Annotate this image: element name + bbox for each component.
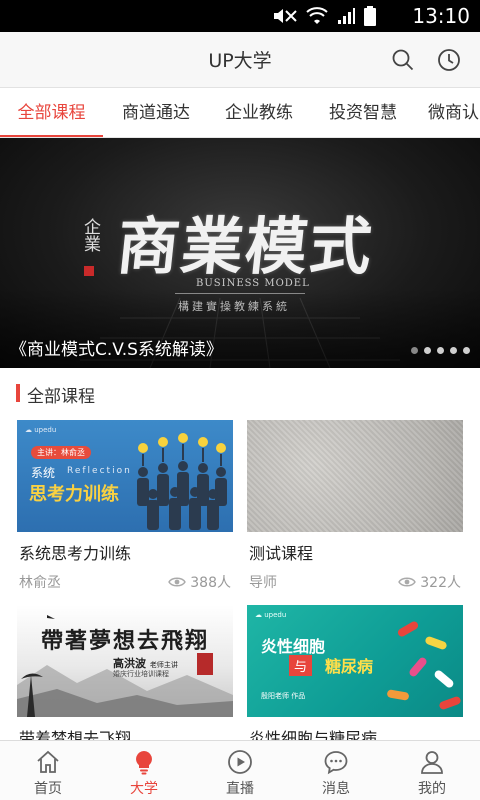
thumb-badge: 主讲：林俞丞: [31, 446, 91, 459]
section-title: 全部课程: [27, 387, 95, 407]
wifi-icon: [306, 7, 328, 24]
status-bar: 13:10: [0, 0, 480, 32]
banner-subtitle-cn: 構建實操教練系統: [178, 300, 290, 313]
home-icon: [37, 750, 59, 773]
section-accent-bar: [16, 384, 20, 402]
course-author: 导师: [249, 575, 277, 591]
thumb-logo: ☁ upedu: [25, 426, 57, 434]
nav-profile[interactable]: 我的: [384, 741, 480, 800]
thumb-headline: 糖尿病: [325, 657, 374, 676]
bottom-nav: 首页 大学 直播 消息 我的: [0, 740, 480, 800]
nav-profile-label: 我的: [418, 781, 446, 797]
thumb-doctor-name: 殷阳老师: [261, 692, 289, 700]
tab-wechat-business[interactable]: 微商认: [420, 88, 480, 137]
featured-banner[interactable]: 企業 商業模式 BUSINESS MODEL 構建實操教練系統 《商业模式C.V…: [0, 138, 480, 368]
thumb-logo: ☁ upedu: [255, 611, 287, 619]
banner-brand: 企業: [80, 218, 100, 252]
thumb-doctor-role: 作品: [291, 692, 306, 700]
nav-messages[interactable]: 消息: [288, 741, 384, 800]
thumb-headline: 炎性细胞: [261, 637, 326, 656]
view-count: 388人: [190, 575, 231, 591]
thumb-doctor: 殷阳老师 作品: [261, 691, 305, 701]
tab-all-courses[interactable]: 全部课程: [0, 88, 103, 137]
message-icon: [324, 751, 348, 775]
banner-subtitle-en: BUSINESS MODEL: [196, 278, 310, 289]
thumb-people-illustration: [137, 433, 227, 530]
course-title[interactable]: 带着梦想去飞翔: [19, 725, 131, 740]
thumb-host-role: 老师主讲: [149, 661, 178, 669]
course-title[interactable]: 系统思考力训练: [19, 540, 131, 564]
category-tabs: 全部课程 商道通达 企业教练 投资智慧 微商认: [0, 88, 480, 138]
course-thumbnail[interactable]: [247, 420, 463, 532]
status-icons: [272, 6, 376, 26]
course-card[interactable]: ☁ upedu 主讲：林俞丞 系统 Reflection 思考力训练 系统思考力…: [17, 420, 233, 600]
pill-shape: [396, 620, 420, 638]
pill-shape: [386, 689, 410, 701]
section-header: 全部课程: [0, 368, 480, 420]
course-thumbnail[interactable]: 帶著夢想去飛翔 高洪波 老师主讲 婚庆行业培训课程: [17, 605, 233, 717]
battery-icon: [364, 6, 376, 26]
banner-calligraphy: 商業模式: [113, 210, 378, 283]
course-views: 322人: [398, 572, 461, 592]
thumb-headline: 思考力训练: [29, 484, 119, 505]
status-time: 13:10: [412, 4, 470, 28]
course-card[interactable]: 帶著夢想去飛翔 高洪波 老师主讲 婚庆行业培训课程 带着梦想去飞翔: [17, 605, 233, 740]
banner-caption: 《商业模式C.V.S系统解读》: [10, 340, 223, 360]
pill-shape: [438, 695, 462, 711]
course-card[interactable]: ☁ upedu 炎性细胞 与 糖尿病 殷阳老师 作品 炎性细胞与糖尿病: [247, 605, 463, 740]
lightbulb-icon: [136, 751, 152, 775]
play-icon: [228, 750, 252, 774]
banner-divider: [175, 293, 305, 294]
course-views: 388人: [168, 572, 231, 592]
thumb-meta: 婚庆行业培训课程: [113, 670, 169, 678]
pill-shape: [433, 668, 455, 690]
course-title[interactable]: 测试课程: [249, 540, 313, 564]
signal-icon: [338, 8, 355, 24]
carousel-dot[interactable]: [411, 347, 418, 354]
view-count: 322人: [420, 575, 461, 591]
tab-business[interactable]: 商道通达: [108, 88, 204, 137]
eye-icon: [398, 577, 417, 587]
course-thumbnail[interactable]: ☁ upedu 炎性细胞 与 糖尿病 殷阳老师 作品: [247, 605, 463, 717]
clock-icon: [438, 49, 460, 71]
course-thumbnail[interactable]: ☁ upedu 主讲：林俞丞 系统 Reflection 思考力训练: [17, 420, 233, 532]
course-title[interactable]: 炎性细胞与糖尿病: [249, 725, 377, 740]
banner-seal: [84, 266, 94, 276]
course-author: 林俞丞: [19, 575, 61, 591]
carousel-dot[interactable]: [463, 347, 470, 354]
tab-investment[interactable]: 投资智慧: [315, 88, 411, 137]
nav-live-label: 直播: [226, 781, 254, 797]
thumb-text: 系统: [31, 466, 56, 480]
search-button[interactable]: [389, 46, 417, 74]
tab-enterprise-coach[interactable]: 企业教练: [211, 88, 307, 137]
user-icon: [421, 751, 443, 774]
nav-university-label: 大学: [130, 781, 158, 797]
nav-home-label: 首页: [34, 781, 62, 797]
search-icon: [392, 49, 414, 71]
course-card[interactable]: 测试课程 导师 322人: [247, 420, 463, 600]
pill-shape: [407, 656, 429, 678]
nav-live[interactable]: 直播: [192, 741, 288, 800]
mute-icon: [274, 9, 297, 23]
nav-home[interactable]: 首页: [0, 741, 96, 800]
carousel-dot[interactable]: [437, 347, 444, 354]
thumb-calligraphy: 帶著夢想去飛翔: [41, 628, 210, 654]
eye-icon: [168, 577, 187, 587]
app-bar: UP大学: [0, 32, 480, 88]
nav-messages-label: 消息: [322, 781, 350, 797]
pill-shape: [424, 635, 448, 651]
carousel-dot[interactable]: [424, 347, 431, 354]
carousel-indicator[interactable]: [411, 347, 470, 354]
carousel-dot[interactable]: [450, 347, 457, 354]
thumb-seal: [197, 653, 213, 675]
nav-university[interactable]: 大学: [96, 741, 192, 800]
thumb-connector: 与: [289, 655, 313, 676]
history-button[interactable]: [435, 46, 463, 74]
